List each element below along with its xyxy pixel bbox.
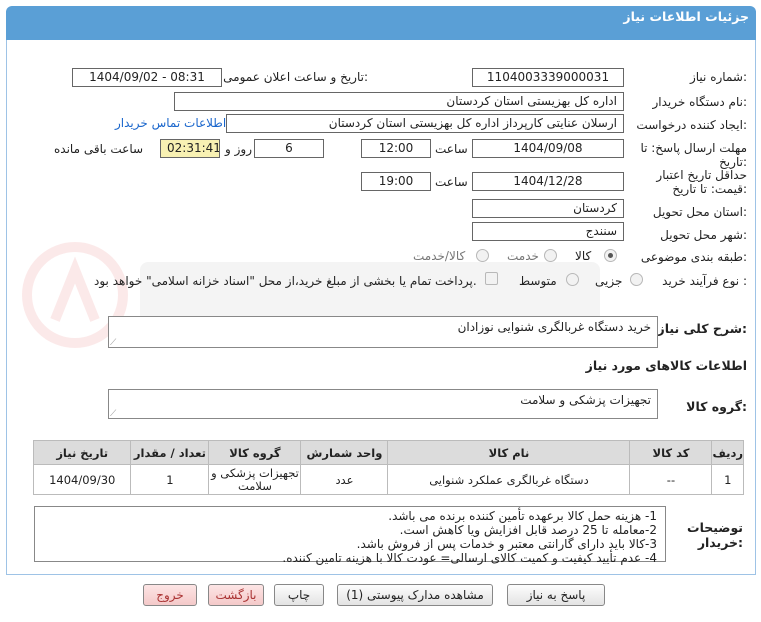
validity-time-label: ساعت bbox=[435, 175, 468, 189]
province-label: استان محل تحویل: bbox=[652, 205, 747, 219]
col-row: ردیف bbox=[711, 440, 744, 465]
notes-line: 4- عدم تأیید کیفیت و کمیت کالای ارسالی= … bbox=[282, 551, 657, 565]
validity-time-field: 19:00 bbox=[361, 172, 431, 191]
table-header-row: ردیف کد کالا نام کالا واحد شمارش گروه کا… bbox=[32, 440, 744, 465]
deadline-date-field: 1404/09/08 bbox=[472, 139, 624, 158]
cell-code: -- bbox=[629, 464, 713, 495]
cell-date: 1404/09/30 bbox=[32, 464, 132, 495]
print-button[interactable]: چاپ bbox=[274, 584, 324, 606]
view-documents-button[interactable]: مشاهده مدارک پیوستی (1) bbox=[337, 584, 493, 606]
resize-grip-icon: ⟋ bbox=[110, 409, 117, 419]
validity-date-field: 1404/12/28 bbox=[472, 172, 624, 191]
category-both-label: کالا/خدمت bbox=[413, 249, 466, 263]
process-partial-radio[interactable] bbox=[630, 273, 643, 286]
announce-label: تاریخ و ساعت اعلان عمومی: bbox=[223, 70, 368, 84]
category-service-radio[interactable] bbox=[544, 249, 557, 262]
category-both-radio[interactable] bbox=[476, 249, 489, 262]
deadline-time-field: 12:00 bbox=[361, 139, 431, 158]
need-number-field: 1104003339000031 bbox=[472, 68, 624, 87]
creator-label: ایجاد کننده درخواست: bbox=[636, 118, 747, 132]
goods-group-label: گروه کالا: bbox=[686, 399, 747, 414]
reply-button[interactable]: پاسخ به نیاز bbox=[507, 584, 605, 606]
city-field: سنندج bbox=[472, 222, 624, 241]
category-goods-radio[interactable] bbox=[604, 249, 617, 262]
deadline-time-label: ساعت bbox=[435, 142, 468, 156]
need-number-label: شماره نیاز: bbox=[689, 70, 747, 84]
summary-text: خرید دستگاه غربالگری شنوایی نوزادان bbox=[457, 320, 651, 334]
deadline-label-2: تاریخ: bbox=[719, 155, 747, 169]
goods-group-text: تجهیزات پزشکی و سلامت bbox=[520, 393, 651, 407]
cell-unit: عدد bbox=[300, 464, 389, 495]
resize-grip-icon: ⟋ bbox=[110, 338, 117, 348]
summary-label: شرح کلی نیاز: bbox=[657, 321, 748, 336]
summary-textarea[interactable]: خرید دستگاه غربالگری شنوایی نوزادان bbox=[108, 316, 658, 348]
process-medium-radio[interactable] bbox=[566, 273, 579, 286]
col-group: گروه کالا bbox=[208, 440, 302, 465]
notes-line: 1- هزینه حمل کالا برعهده تأمین کننده برن… bbox=[388, 509, 657, 523]
notes-label-2: خریدار: bbox=[697, 535, 743, 550]
notes-line: 3-کالا باید دارای گارانتی معتبر و خدمات … bbox=[356, 537, 657, 551]
notes-line: 2-معامله تا 25 درصد قابل افزایش ویا کاهش… bbox=[399, 523, 657, 537]
days-label: روز و bbox=[225, 142, 252, 156]
deadline-label: مهلت ارسال پاسخ: تا bbox=[640, 141, 747, 155]
category-service-label: خدمت bbox=[507, 249, 539, 263]
process-label: نوع فرآیند خرید : bbox=[662, 274, 747, 288]
city-label: شهر محل تحویل: bbox=[660, 228, 747, 242]
col-code: کد کالا bbox=[629, 440, 713, 465]
process-partial-label: جزیی bbox=[595, 274, 623, 288]
process-medium-label: متوسط bbox=[519, 274, 557, 288]
buyer-field: اداره کل بهزیستی استان کردستان bbox=[174, 92, 624, 111]
exit-button[interactable]: خروج bbox=[143, 584, 197, 606]
treasury-payment-text: پرداخت تمام یا بخشی از مبلغ خرید،از محل … bbox=[94, 274, 477, 288]
treasury-checkbox[interactable] bbox=[485, 272, 498, 285]
col-date: تاریخ نیاز bbox=[32, 440, 132, 465]
cell-row: 1 bbox=[711, 464, 744, 495]
creator-field: ارسلان عنایتی کارپرداز اداره کل بهزیستی … bbox=[226, 114, 624, 133]
page-title: جزئیات اطلاعات نیاز bbox=[623, 9, 749, 24]
announce-field: 1404/09/02 - 08:31 bbox=[72, 68, 222, 87]
col-qty: تعداد / مقدار bbox=[130, 440, 210, 465]
table-row: 1 -- دستگاه غربالگری عملکرد شنوایی عدد ت… bbox=[32, 464, 744, 495]
notes-label: توضیحات bbox=[687, 520, 743, 535]
category-goods-label: کالا bbox=[575, 249, 592, 263]
notes-textarea[interactable]: 1- هزینه حمل کالا برعهده تأمین کننده برن… bbox=[34, 506, 666, 565]
cell-name: دستگاه غربالگری عملکرد شنوایی bbox=[387, 464, 631, 495]
goods-section-title: اطلاعات کالاهای مورد نیاز bbox=[585, 358, 747, 373]
buyer-label: نام دستگاه خریدار: bbox=[652, 95, 748, 109]
remaining-time-field: 02:31:41 bbox=[160, 139, 220, 158]
days-field: 6 bbox=[254, 139, 324, 158]
validity-label-2: قیمت: تا تاریخ: bbox=[672, 182, 747, 196]
province-field: کردستان bbox=[472, 199, 624, 218]
cell-qty: 1 bbox=[130, 464, 210, 495]
col-name: نام کالا bbox=[387, 440, 631, 465]
back-button[interactable]: بازگشت bbox=[208, 584, 264, 606]
buyer-contact-link[interactable]: اطلاعات تماس خریدار bbox=[115, 116, 226, 130]
remaining-label: ساعت باقی مانده bbox=[54, 142, 144, 156]
col-unit: واحد شمارش bbox=[300, 440, 389, 465]
validity-label: حداقل تاریخ اعتبار bbox=[656, 168, 747, 182]
items-table: ردیف کد کالا نام کالا واحد شمارش گروه کا… bbox=[32, 440, 744, 495]
category-label: طبقه بندی موضوعی: bbox=[640, 250, 747, 264]
cell-group: تجهیزات پزشکی و سلامت bbox=[208, 464, 302, 495]
goods-group-textarea[interactable]: تجهیزات پزشکی و سلامت bbox=[108, 389, 658, 419]
